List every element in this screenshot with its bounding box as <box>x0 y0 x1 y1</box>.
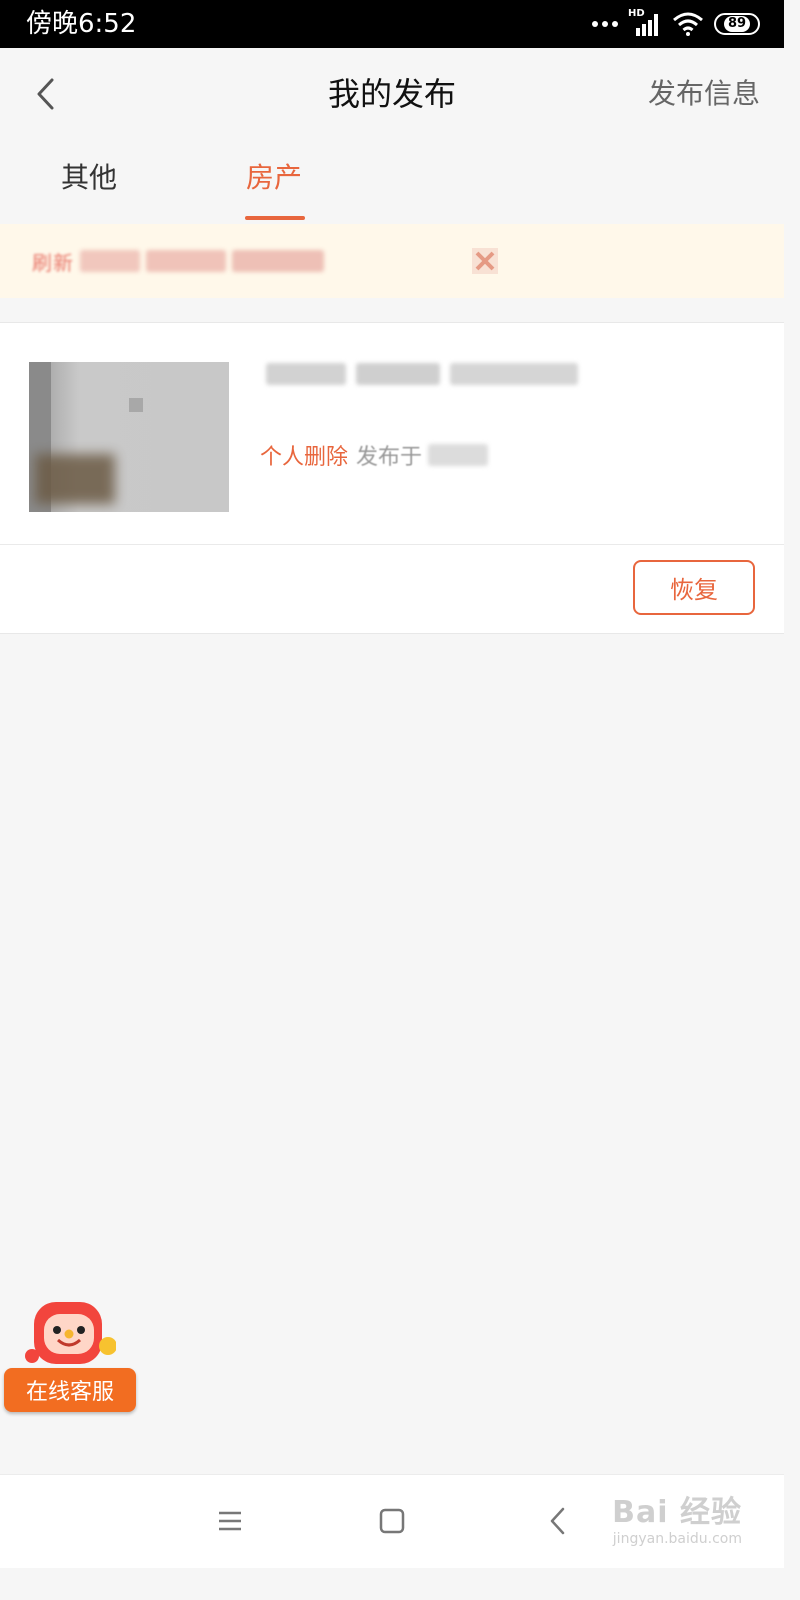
blurred-text <box>80 250 140 272</box>
nav-home-button[interactable] <box>374 1503 410 1539</box>
watermark-url: jingyan.baidu.com <box>612 1531 742 1547</box>
restore-button[interactable]: 恢复 <box>633 560 755 615</box>
wifi-icon <box>673 12 703 36</box>
publish-info-button[interactable]: 发布信息 <box>648 74 760 114</box>
status-icons: HD 89 <box>592 8 760 38</box>
close-icon[interactable] <box>472 248 498 274</box>
menu-icon <box>219 1511 241 1531</box>
blurred-date <box>428 444 489 466</box>
status-bar: 傍晚6:52 HD 89 <box>0 0 784 48</box>
more-dots-icon <box>592 21 618 27</box>
nav-menu-button[interactable] <box>212 1503 248 1539</box>
signal-icon: HD <box>628 8 662 36</box>
listing-thumbnail <box>29 362 229 512</box>
listing-status: 个人删除 <box>260 445 349 470</box>
battery-level: 89 <box>723 16 751 32</box>
notice-banner: 刷新 <box>0 224 784 298</box>
watermark: Bai 经验 jingyan.baidu.com <box>612 1496 742 1548</box>
tab-bar: 其他 房产 <box>0 140 784 224</box>
listing-date-label: 发布于 <box>356 445 423 470</box>
online-support-widget[interactable]: 在线客服 <box>4 1298 138 1416</box>
tab-property[interactable]: 房产 <box>246 158 302 198</box>
mascot-icon <box>25 1302 116 1364</box>
chevron-left-icon <box>550 1507 565 1535</box>
status-time: 傍晚6:52 <box>26 9 137 39</box>
notice-text: 刷新 <box>32 246 324 276</box>
notice-lead: 刷新 <box>32 250 74 275</box>
header-bar: 我的发布 发布信息 <box>0 48 784 140</box>
blurred-text <box>232 250 324 272</box>
online-support-label: 在线客服 <box>4 1368 136 1412</box>
listing-title-blurred <box>260 359 578 389</box>
active-tab-indicator <box>245 216 305 220</box>
tab-other[interactable]: 其他 <box>61 158 117 198</box>
home-square-icon <box>379 1508 405 1534</box>
nav-back-button[interactable] <box>540 1503 576 1539</box>
card-divider <box>0 544 784 545</box>
listing-card[interactable]: 个人删除 发布于 恢复 <box>0 322 784 634</box>
listing-meta: 个人删除 发布于 <box>260 437 489 473</box>
watermark-brand: Bai 经验 <box>612 1495 742 1530</box>
battery-icon: 89 <box>714 13 760 35</box>
blurred-text <box>146 250 226 272</box>
